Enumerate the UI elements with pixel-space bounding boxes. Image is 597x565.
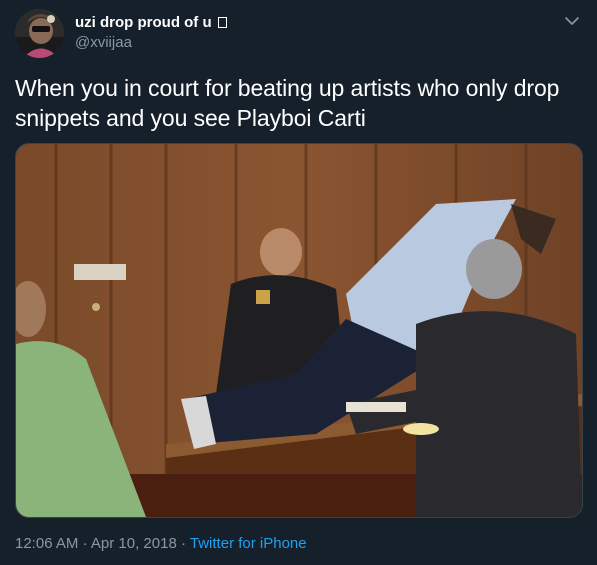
tweet-media-photo[interactable] [15, 143, 583, 518]
chevron-down-icon[interactable] [564, 14, 580, 26]
missing-glyph-box [217, 17, 227, 28]
tweet-time[interactable]: 12:06 AM [15, 535, 78, 552]
meta-separator: · [82, 535, 88, 552]
tweet-card: uzi drop proud of u @xviijaa When you in… [0, 0, 597, 565]
meta-separator-2: · [180, 535, 186, 552]
tweet-meta: 12:06 AM · Apr 10, 2018 · Twitter for iP… [15, 535, 307, 552]
tweet-date[interactable]: Apr 10, 2018 [91, 535, 177, 552]
user-handle[interactable]: @xviijaa [75, 34, 132, 51]
display-name-text: uzi drop proud of u [75, 14, 212, 31]
tweet-text: When you in court for beating up artists… [15, 75, 560, 131]
courtroom-photo [16, 144, 582, 517]
display-name[interactable]: uzi drop proud of u [75, 14, 227, 31]
avatar-image [15, 9, 64, 58]
avatar[interactable] [15, 9, 64, 58]
tweet-source-link[interactable]: Twitter for iPhone [190, 535, 307, 552]
